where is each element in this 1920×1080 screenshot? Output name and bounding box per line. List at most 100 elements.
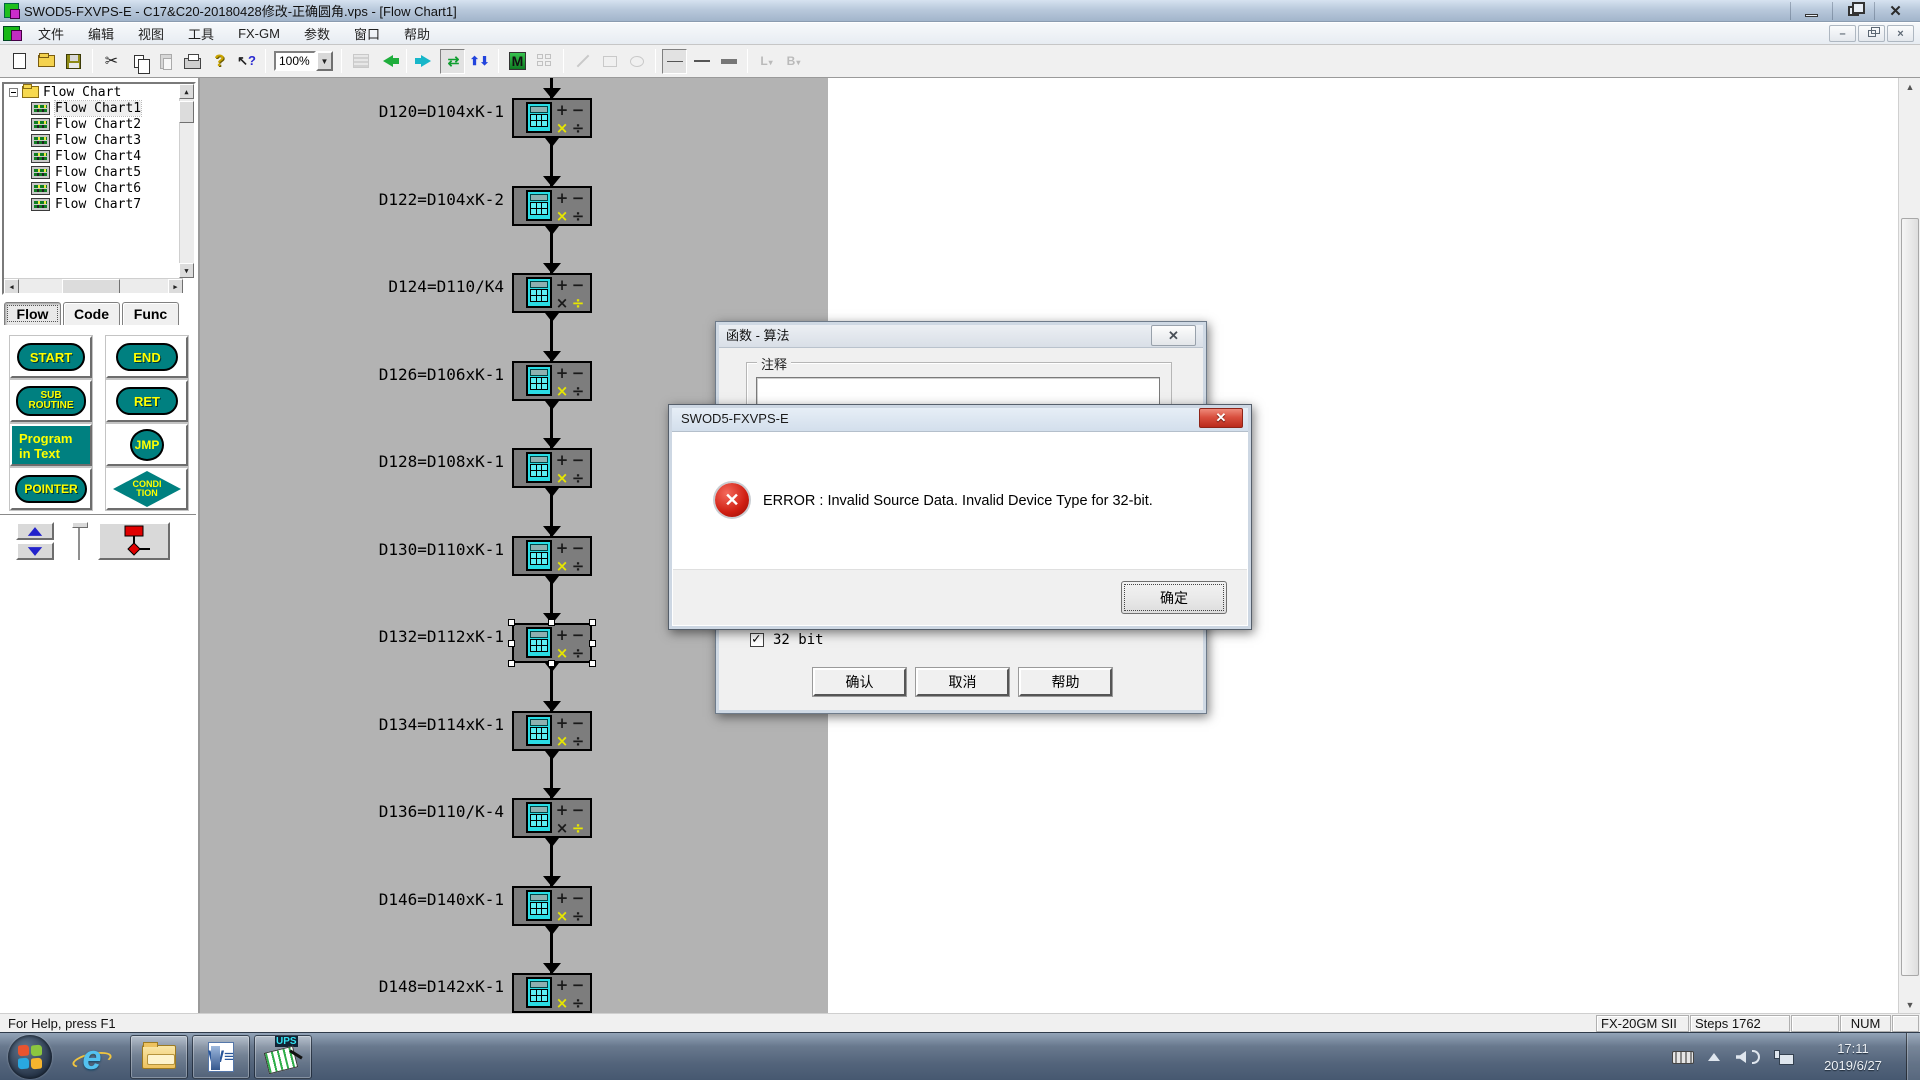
line-medium-button[interactable] (689, 49, 714, 74)
scroll-up-icon[interactable]: ▲ (1901, 78, 1919, 95)
print-button[interactable] (180, 49, 205, 74)
flow-node[interactable]: D120=D104xK-1 +−×÷ (200, 98, 828, 138)
network-icon[interactable] (1774, 1050, 1794, 1065)
copy-button[interactable] (126, 49, 151, 74)
palette-subroutine-button[interactable]: SUB ROUTINE (10, 380, 92, 422)
tab-code[interactable]: Code (63, 302, 120, 325)
zoom-value[interactable]: 100% (274, 51, 316, 71)
selection-handle[interactable] (589, 619, 596, 626)
verify-button[interactable]: ⇄ (440, 49, 465, 74)
volume-icon[interactable] (1736, 1051, 1746, 1063)
flow-node[interactable]: D122=D104xK-2 +−×÷ (200, 186, 828, 226)
calc-block[interactable]: +−×÷ (512, 448, 592, 488)
mdi-restore-button[interactable] (1858, 25, 1885, 42)
error-dialog-close-button[interactable]: ✕ (1199, 408, 1243, 428)
selection-handle[interactable] (589, 660, 596, 667)
context-help-button[interactable]: ↖? (234, 49, 259, 74)
selection-handle[interactable] (589, 640, 596, 647)
cut-button[interactable]: ✂ (99, 49, 124, 74)
mdi-close-button[interactable]: × (1887, 25, 1914, 42)
insert-line-widget[interactable] (72, 522, 88, 562)
palette-jmp-button[interactable]: JMP (106, 424, 188, 466)
function-dialog-close-button[interactable]: ✕ (1151, 325, 1196, 346)
flow-node[interactable]: D146=D140xK-1 +−×÷ (200, 886, 828, 926)
flow-node[interactable]: D124=D110/K4 +−×÷ (200, 273, 828, 313)
selection-handle[interactable] (508, 640, 515, 647)
calc-block[interactable]: +−×÷ (512, 273, 592, 313)
save-button[interactable] (61, 49, 86, 74)
move-down-button[interactable] (16, 542, 54, 560)
tree-item-flow-chart4[interactable]: Flow Chart4 (4, 148, 194, 164)
open-file-button[interactable] (34, 49, 59, 74)
cancel-button[interactable]: 取消 (916, 668, 1009, 696)
palette-condition-button[interactable]: CONDI TION (106, 468, 188, 510)
new-file-button[interactable] (7, 49, 32, 74)
selection-handle[interactable] (508, 619, 515, 626)
palette-ret-button[interactable]: RET (106, 380, 188, 422)
tree-vertical-scrollbar[interactable]: ▲ ▼ (179, 84, 194, 278)
calc-block[interactable]: +−×÷ (512, 973, 592, 1013)
move-up-button[interactable] (16, 522, 54, 540)
mdi-minimize-button[interactable]: – (1829, 25, 1856, 42)
help-dialog-button[interactable]: 帮助 (1019, 668, 1112, 696)
vertical-scrollbar[interactable]: ▲ ▼ (1898, 78, 1920, 1013)
start-button[interactable] (8, 1035, 52, 1079)
write-plc-button[interactable] (413, 49, 438, 74)
tab-flow[interactable]: Flow (4, 302, 61, 325)
restore-button[interactable] (1832, 2, 1874, 20)
flow-node[interactable]: D148=D142xK-1 +−×÷ (200, 973, 828, 1013)
tree-scroll-up-icon[interactable]: ▲ (179, 84, 194, 99)
taskbar-word-button[interactable]: W≡ (192, 1035, 250, 1079)
scroll-down-icon[interactable]: ▼ (1901, 996, 1919, 1013)
scrollbar-thumb[interactable] (1901, 218, 1919, 976)
minimize-button[interactable] (1790, 2, 1832, 20)
bit32-checkbox-row[interactable]: 32 bit (750, 632, 824, 648)
input-method-icon[interactable] (1672, 1051, 1694, 1064)
tree-root-label[interactable]: Flow Chart (43, 85, 121, 100)
calc-block[interactable]: +−×÷ (512, 361, 592, 401)
palette-start-button[interactable]: START (10, 336, 92, 378)
menu-help[interactable]: 帮助 (392, 22, 442, 45)
menu-view[interactable]: 视图 (126, 22, 176, 45)
calc-block[interactable]: +−×÷ (512, 536, 592, 576)
selection-handle[interactable] (548, 619, 555, 626)
ok-button[interactable]: 确定 (1121, 581, 1227, 614)
menu-fxgm[interactable]: FX-GM (226, 24, 292, 43)
import-button[interactable] (375, 49, 400, 74)
calc-block[interactable]: +−×÷ (512, 886, 592, 926)
calc-block[interactable]: +−×÷ (512, 798, 592, 838)
hidden-icons-arrow[interactable] (1708, 1053, 1720, 1061)
function-dialog-titlebar[interactable]: 函数 - 算法 (716, 322, 1206, 348)
tree-scroll-thumb[interactable] (179, 101, 194, 123)
tree-collapse-icon[interactable] (9, 88, 18, 97)
menu-file[interactable]: 文件 (26, 22, 76, 45)
close-button[interactable]: ✕ (1874, 2, 1916, 20)
tree-hscroll-thumb[interactable] (62, 279, 120, 294)
confirm-button[interactable]: 确认 (813, 668, 906, 696)
tab-func[interactable]: Func (122, 302, 179, 325)
menu-window[interactable]: 窗口 (342, 22, 392, 45)
menu-tools[interactable]: 工具 (176, 22, 226, 45)
taskbar-vps-app-button[interactable]: UPS (254, 1035, 312, 1079)
transfer-button[interactable]: ⬆⬇ (467, 49, 492, 74)
selection-handle[interactable] (548, 660, 555, 667)
tree-item-flow-chart1[interactable]: Flow Chart1 (4, 100, 194, 116)
comment-input[interactable] (756, 377, 1160, 405)
calc-block[interactable]: +−×÷ (512, 186, 592, 226)
calc-block[interactable]: +−×÷ (512, 623, 592, 663)
menu-params[interactable]: 参数 (292, 22, 342, 45)
palette-pointer-button[interactable]: POINTER (10, 468, 92, 510)
flow-node[interactable]: D136=D110/K-4 +−×÷ (200, 798, 828, 838)
project-tree[interactable]: Flow Chart Flow Chart1Flow Chart2Flow Ch… (2, 82, 196, 295)
taskbar-ie-button[interactable]: e (66, 1037, 118, 1079)
tree-scroll-down-icon[interactable]: ▼ (179, 263, 194, 278)
taskbar-clock[interactable]: 17:11 2019/6/27 (1810, 1040, 1896, 1074)
line-thick-button[interactable] (716, 49, 741, 74)
tree-item-flow-chart3[interactable]: Flow Chart3 (4, 132, 194, 148)
zoom-dropdown-icon[interactable]: ▼ (316, 51, 333, 71)
menu-edit[interactable]: 编辑 (76, 22, 126, 45)
tree-horizontal-scrollbar[interactable]: ◀ ▶ (4, 278, 183, 293)
bit32-checkbox[interactable] (750, 633, 764, 647)
selection-handle[interactable] (508, 660, 515, 667)
palette-end-button[interactable]: END (106, 336, 188, 378)
